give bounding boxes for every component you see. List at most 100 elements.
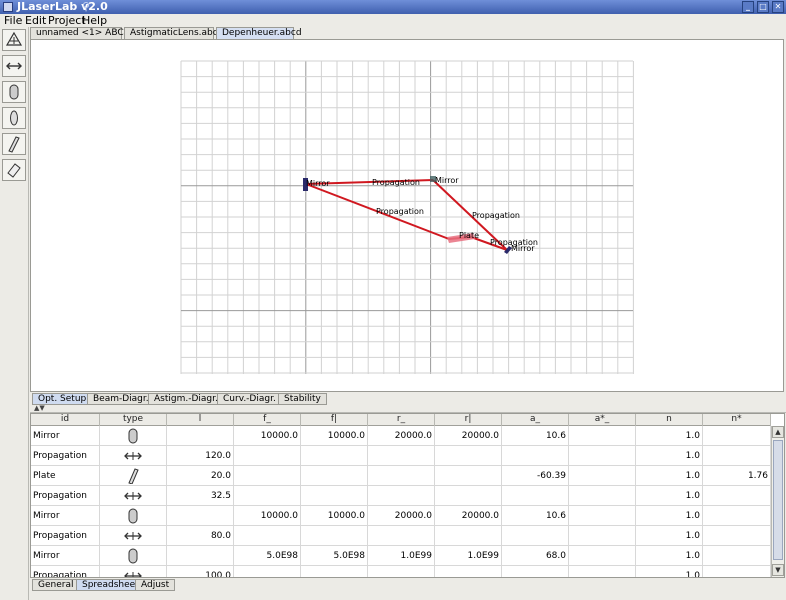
column-header[interactable]: n* (703, 414, 771, 426)
table-cell[interactable]: 80.0 (167, 526, 234, 546)
table-cell[interactable] (167, 426, 234, 446)
table-cell[interactable]: 10.6 (502, 426, 569, 446)
table-cell[interactable]: 10000.0 (234, 506, 301, 526)
table-cell[interactable] (703, 506, 771, 526)
minimize-icon[interactable]: _ (742, 1, 754, 13)
collapse-arrows-icon[interactable]: ▲▼ (34, 404, 45, 412)
table-cell[interactable] (234, 566, 301, 577)
table-cell[interactable] (234, 486, 301, 506)
optical-setup-canvas[interactable]: Mirror Mirror Plate Mirror Propagation P… (30, 39, 784, 392)
table-cell[interactable]: Mirror (31, 506, 100, 526)
table-cell[interactable] (167, 506, 234, 526)
table-cell[interactable] (569, 446, 636, 466)
scroll-thumb[interactable] (773, 440, 783, 560)
table-cell[interactable]: 10000.0 (301, 426, 368, 446)
tab-general[interactable]: General (32, 579, 80, 591)
propagation-icon[interactable] (100, 486, 167, 506)
table-cell[interactable]: 1.0 (636, 526, 703, 546)
column-header[interactable]: type (100, 414, 167, 426)
tab-unnamed-abcd[interactable]: unnamed <1> ABCD (30, 27, 131, 39)
table-row[interactable]: Mirror 10000.0 10000.0 20000.0 20000.0 10.6 1.… (31, 506, 771, 526)
table-row[interactable]: Plate 20.0 -60.39 1.0 1.76 (31, 466, 771, 486)
table-cell[interactable] (502, 486, 569, 506)
vertical-scrollbar[interactable]: ▲ ▼ (771, 426, 784, 577)
table-cell[interactable] (234, 526, 301, 546)
mirror-icon[interactable] (100, 426, 167, 446)
table-cell[interactable] (435, 446, 502, 466)
table-cell[interactable] (167, 546, 234, 566)
table-cell[interactable] (703, 426, 771, 446)
column-header[interactable]: r_ (368, 414, 435, 426)
table-cell[interactable] (703, 526, 771, 546)
table-cell[interactable]: 10.6 (502, 506, 569, 526)
propagation-arrow-icon[interactable] (2, 55, 26, 77)
menu-file[interactable]: File (4, 14, 22, 27)
tab-adjust[interactable]: Adjust (135, 579, 176, 591)
table-cell[interactable] (368, 526, 435, 546)
table-cell[interactable]: 20000.0 (435, 426, 502, 446)
table-cell[interactable] (502, 526, 569, 546)
table-cell[interactable] (703, 566, 771, 577)
tab-astigmatic-lens[interactable]: AstigmaticLens.abcd (124, 27, 223, 39)
table-cell[interactable]: 1.0E99 (368, 546, 435, 566)
table-cell[interactable] (368, 486, 435, 506)
table-row[interactable]: Mirror 5.0E98 5.0E98 1.0E99 1.0E99 68.0 1.0 (31, 546, 771, 566)
mirror-icon[interactable] (100, 506, 167, 526)
table-cell[interactable]: 1.0 (636, 506, 703, 526)
table-cell[interactable]: 20000.0 (435, 506, 502, 526)
table-cell[interactable] (569, 466, 636, 486)
table-cell[interactable]: 20000.0 (368, 426, 435, 446)
scroll-up-icon[interactable]: ▲ (772, 426, 784, 438)
plate-icon[interactable] (100, 466, 167, 486)
column-header[interactable]: a*_ (569, 414, 636, 426)
table-cell[interactable] (368, 566, 435, 577)
table-cell[interactable] (368, 446, 435, 466)
table-cell[interactable] (569, 546, 636, 566)
eraser-icon[interactable] (2, 159, 26, 181)
table-cell[interactable]: 32.5 (167, 486, 234, 506)
table-cell[interactable] (435, 526, 502, 546)
propagation-icon[interactable] (100, 566, 167, 577)
table-cell[interactable] (569, 566, 636, 577)
table-cell[interactable]: 1.0 (636, 566, 703, 577)
table-cell[interactable]: 120.0 (167, 446, 234, 466)
table-cell[interactable]: -60.39 (502, 466, 569, 486)
table-cell[interactable] (502, 566, 569, 577)
table-cell[interactable]: 100.0 (167, 566, 234, 577)
table-cell[interactable]: 10000.0 (301, 506, 368, 526)
column-header[interactable]: a_ (502, 414, 569, 426)
table-cell[interactable]: 1.0E99 (435, 546, 502, 566)
tab-beam-diagram[interactable]: Beam-Diagr. (87, 393, 155, 405)
table-cell[interactable] (703, 546, 771, 566)
column-header[interactable]: n (636, 414, 703, 426)
table-cell[interactable] (703, 446, 771, 466)
table-cell[interactable]: 20000.0 (368, 506, 435, 526)
crosshair-plane-icon[interactable] (2, 29, 26, 51)
table-cell[interactable] (435, 466, 502, 486)
table-cell[interactable] (435, 566, 502, 577)
mirror-icon[interactable] (100, 546, 167, 566)
table-cell[interactable]: Mirror (31, 426, 100, 446)
table-cell[interactable]: Propagation (31, 566, 100, 577)
table-cell[interactable] (569, 526, 636, 546)
tab-depenheuer[interactable]: Depenheuer.abcd (216, 27, 302, 39)
table-row[interactable]: Propagation 100.0 1.0 (31, 566, 771, 577)
table-cell[interactable] (569, 486, 636, 506)
table-cell[interactable]: 5.0E98 (234, 546, 301, 566)
maximize-icon[interactable]: □ (757, 1, 769, 13)
column-header[interactable]: r| (435, 414, 502, 426)
table-cell[interactable] (502, 446, 569, 466)
table-cell[interactable]: 1.0 (636, 446, 703, 466)
table-row[interactable]: Propagation 80.0 1.0 (31, 526, 771, 546)
column-header[interactable]: f| (301, 414, 368, 426)
table-cell[interactable]: 1.0 (636, 466, 703, 486)
table-cell[interactable]: Mirror (31, 546, 100, 566)
mirror-icon[interactable] (2, 81, 26, 103)
table-cell[interactable]: 1.0 (636, 546, 703, 566)
propagation-icon[interactable] (100, 446, 167, 466)
scroll-down-icon[interactable]: ▼ (772, 564, 784, 576)
table-cell[interactable] (703, 486, 771, 506)
propagation-icon[interactable] (100, 526, 167, 546)
tab-astigm-diagram[interactable]: Astigm.-Diagr. (148, 393, 224, 405)
table-cell[interactable] (301, 446, 368, 466)
